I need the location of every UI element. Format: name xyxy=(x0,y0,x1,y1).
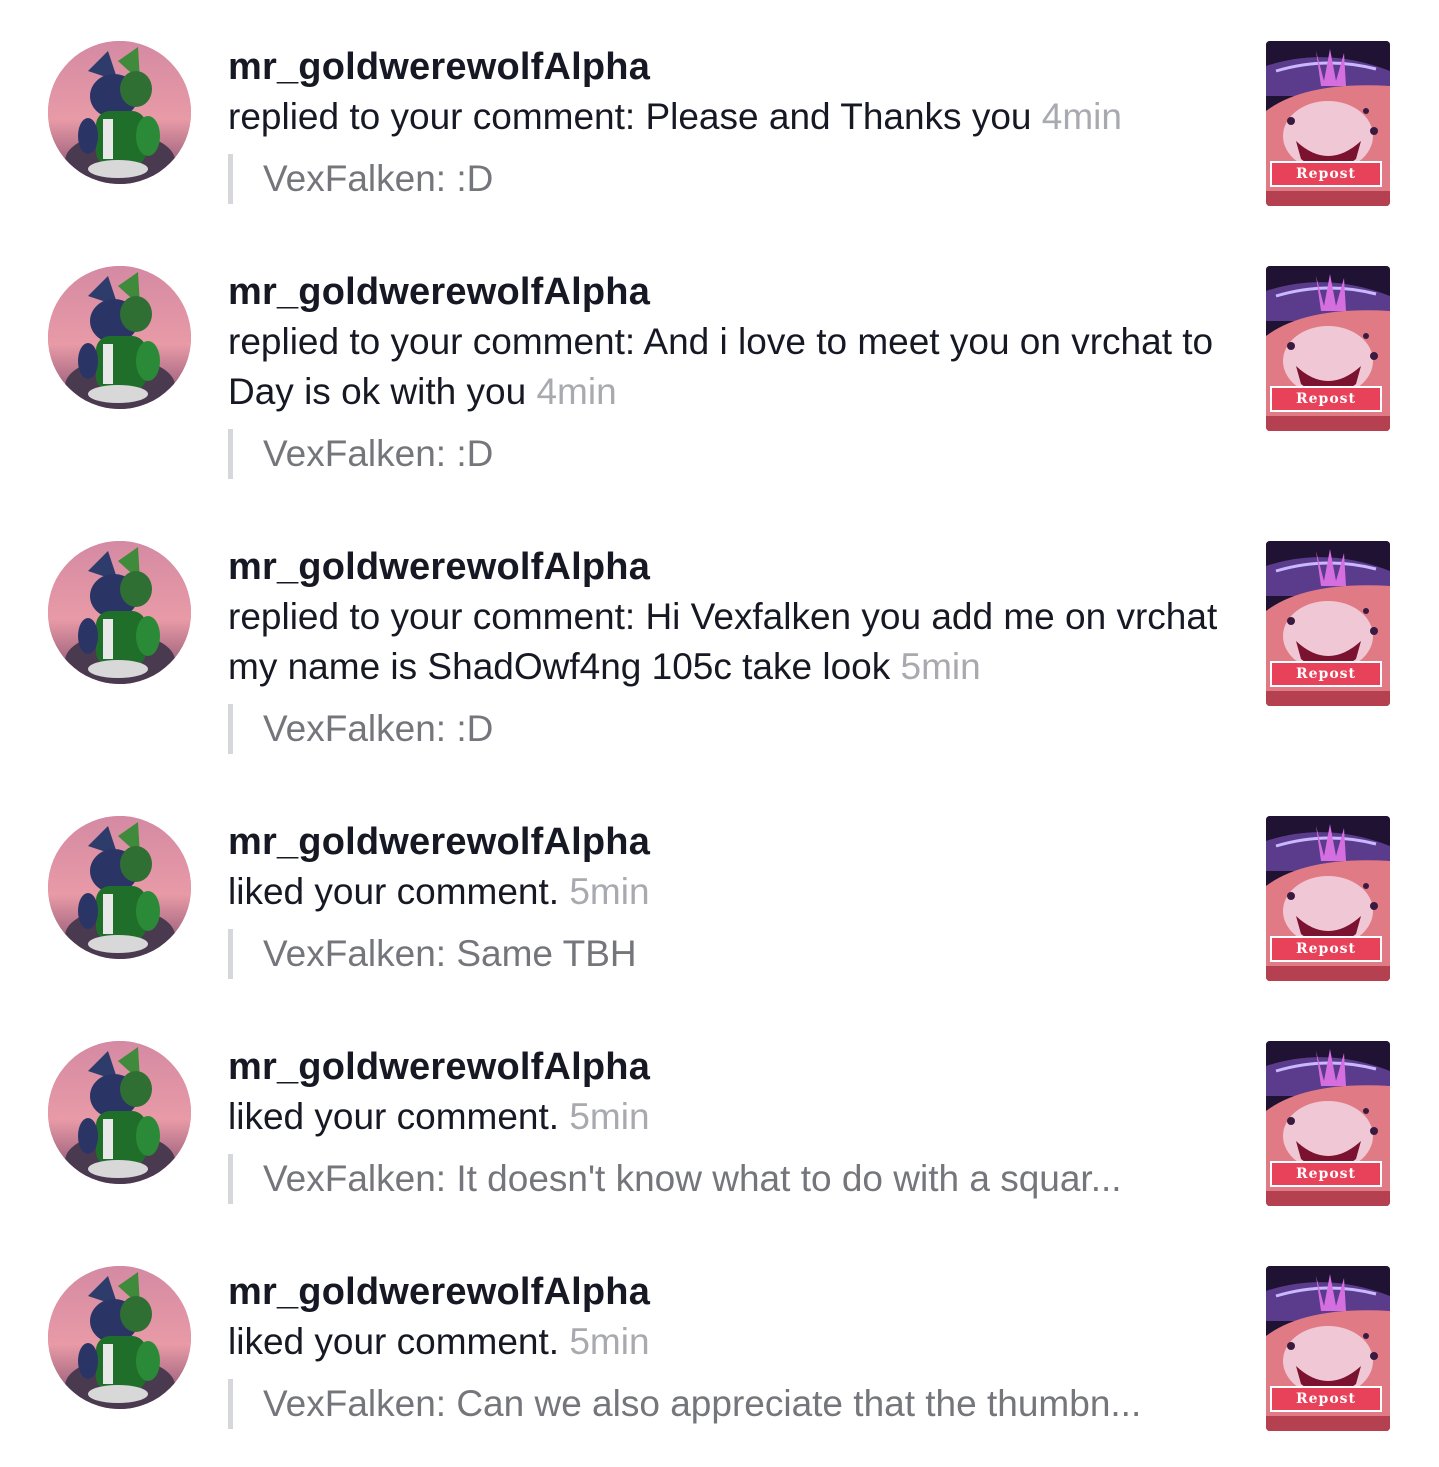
message-text: liked your comment. xyxy=(228,871,560,912)
user-avatar[interactable] xyxy=(48,816,191,959)
timestamp: 5min xyxy=(900,646,981,687)
quoted-comment[interactable]: VexFalken: :D xyxy=(228,154,1219,204)
quoted-comment[interactable]: VexFalken: :D xyxy=(228,704,1219,754)
message-text: replied to your comment: And i love to m… xyxy=(228,321,1214,412)
notification-item[interactable]: mr_goldwerewolfAlpha liked your comment.… xyxy=(0,775,1439,1000)
user-avatar[interactable] xyxy=(48,41,191,184)
username[interactable]: mr_goldwerewolfAlpha xyxy=(228,542,1228,592)
message-text: replied to your comment: Please and Than… xyxy=(228,96,1032,137)
repost-label: Repost xyxy=(1270,936,1382,962)
notification-message: liked your comment. 5min xyxy=(228,1317,1228,1367)
video-thumbnail[interactable]: Repost xyxy=(1266,1266,1390,1431)
notification-message: replied to your comment: Please and Than… xyxy=(228,92,1228,142)
username[interactable]: mr_goldwerewolfAlpha xyxy=(228,817,1228,867)
quoted-comment[interactable]: VexFalken: Same TBH xyxy=(228,929,1219,979)
username[interactable]: mr_goldwerewolfAlpha xyxy=(228,42,1228,92)
notification-text: mr_goldwerewolfAlpha replied to your com… xyxy=(228,267,1228,479)
notification-text: mr_goldwerewolfAlpha replied to your com… xyxy=(228,42,1228,204)
notification-item[interactable]: mr_goldwerewolfAlpha liked your comment.… xyxy=(0,1000,1439,1225)
message-text: replied to your comment: Hi Vexfalken yo… xyxy=(228,596,1218,687)
timestamp: 5min xyxy=(569,1096,650,1137)
notification-text: mr_goldwerewolfAlpha liked your comment.… xyxy=(228,1267,1228,1429)
message-text: liked your comment. xyxy=(228,1096,560,1137)
repost-label: Repost xyxy=(1270,661,1382,687)
video-thumbnail[interactable]: Repost xyxy=(1266,816,1390,981)
user-avatar[interactable] xyxy=(48,541,191,684)
timestamp: 5min xyxy=(569,871,650,912)
username[interactable]: mr_goldwerewolfAlpha xyxy=(228,1042,1228,1092)
notification-item[interactable]: mr_goldwerewolfAlpha liked your comment.… xyxy=(0,1225,1439,1450)
user-avatar[interactable] xyxy=(48,1041,191,1184)
notification-message: replied to your comment: Hi Vexfalken yo… xyxy=(228,592,1228,692)
quoted-comment[interactable]: VexFalken: Can we also appreciate that t… xyxy=(228,1379,1219,1429)
notification-list: mr_goldwerewolfAlpha replied to your com… xyxy=(0,0,1439,1467)
video-thumbnail[interactable]: Repost xyxy=(1266,1041,1390,1206)
user-avatar[interactable] xyxy=(48,266,191,409)
notification-message: replied to your comment: And i love to m… xyxy=(228,317,1228,417)
repost-label: Repost xyxy=(1270,1161,1382,1187)
timestamp: 5min xyxy=(569,1321,650,1362)
notification-item[interactable]: mr_goldwerewolfAlpha replied to your com… xyxy=(0,225,1439,479)
notification-text: mr_goldwerewolfAlpha liked your comment.… xyxy=(228,817,1228,979)
username[interactable]: mr_goldwerewolfAlpha xyxy=(228,1267,1228,1317)
notification-item[interactable]: mr_goldwerewolfAlpha replied to your com… xyxy=(0,500,1439,754)
timestamp: 4min xyxy=(1041,96,1122,137)
notification-item[interactable]: mr_goldwerewolfAlpha replied to your com… xyxy=(0,0,1439,225)
repost-label: Repost xyxy=(1270,1386,1382,1412)
username[interactable]: mr_goldwerewolfAlpha xyxy=(228,267,1228,317)
notification-text: mr_goldwerewolfAlpha replied to your com… xyxy=(228,542,1228,754)
message-text: liked your comment. xyxy=(228,1321,560,1362)
timestamp: 4min xyxy=(536,371,617,412)
repost-label: Repost xyxy=(1270,161,1382,187)
repost-label: Repost xyxy=(1270,386,1382,412)
video-thumbnail[interactable]: Repost xyxy=(1266,266,1390,431)
notification-message: liked your comment. 5min xyxy=(228,1092,1228,1142)
video-thumbnail[interactable]: Repost xyxy=(1266,541,1390,706)
user-avatar[interactable] xyxy=(48,1266,191,1409)
notification-message: liked your comment. 5min xyxy=(228,867,1228,917)
video-thumbnail[interactable]: Repost xyxy=(1266,41,1390,206)
quoted-comment[interactable]: VexFalken: :D xyxy=(228,429,1219,479)
notification-text: mr_goldwerewolfAlpha liked your comment.… xyxy=(228,1042,1228,1204)
quoted-comment[interactable]: VexFalken: It doesn't know what to do wi… xyxy=(228,1154,1219,1204)
